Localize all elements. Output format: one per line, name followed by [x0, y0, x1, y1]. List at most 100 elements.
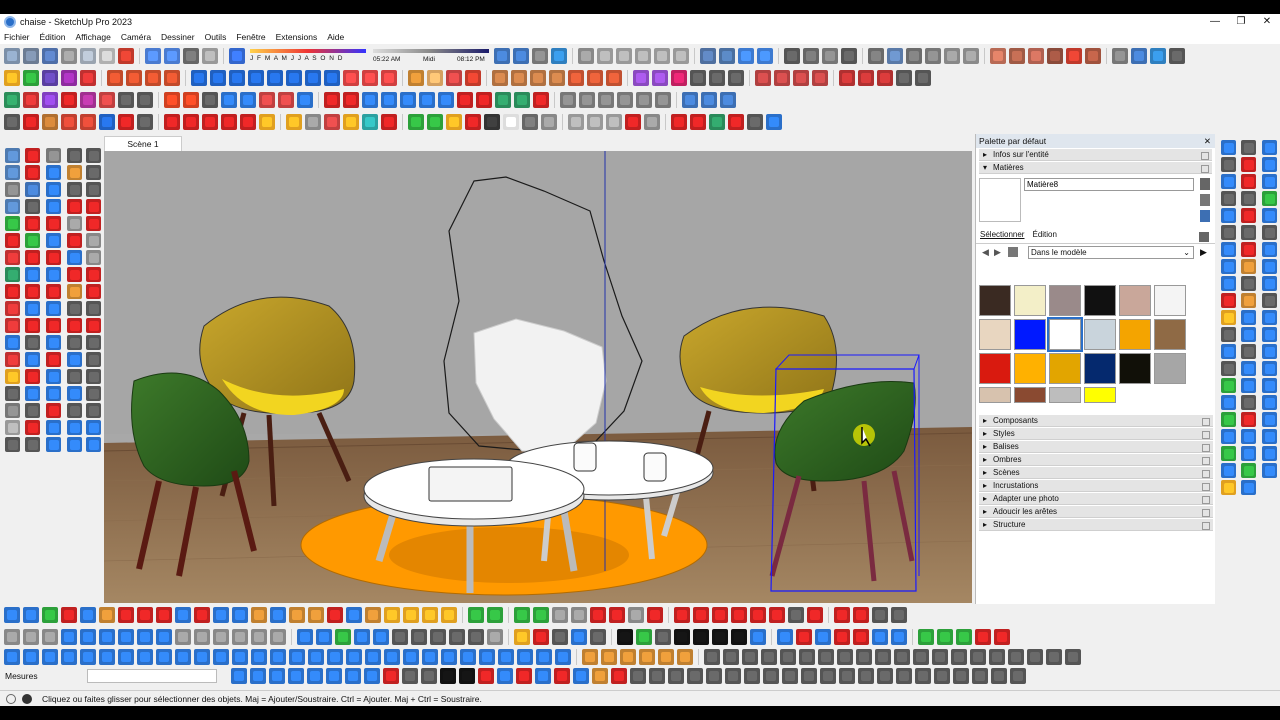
view-right-icon[interactable] — [635, 48, 651, 64]
arrow-filter-icon[interactable] — [1131, 48, 1147, 64]
gray-box-icon[interactable] — [522, 114, 538, 130]
right-tool-30-icon[interactable] — [1240, 276, 1256, 291]
menu-dessiner[interactable]: Dessiner — [161, 32, 195, 42]
view-top-icon[interactable] — [597, 48, 613, 64]
left-tool-80-icon[interactable] — [85, 267, 101, 282]
scale-tool-icon[interactable] — [896, 70, 912, 86]
cursor-box-icon[interactable] — [568, 114, 584, 130]
left-tool-41-icon[interactable] — [45, 216, 61, 231]
material-swatch[interactable] — [1049, 353, 1081, 384]
solid-union-icon[interactable] — [633, 70, 649, 86]
auto-fold-icon[interactable] — [23, 114, 39, 130]
black-box-icon[interactable] — [484, 114, 500, 130]
sphere-icon[interactable] — [305, 114, 321, 130]
tab-edit[interactable]: Édition — [1032, 230, 1056, 243]
right-tool-57-icon[interactable] — [1261, 378, 1277, 393]
tab-select[interactable]: Sélectionner — [980, 230, 1025, 243]
left-tool-39-icon[interactable] — [45, 182, 61, 197]
left-tool-82-icon[interactable] — [85, 301, 101, 316]
fillet-icon[interactable] — [476, 92, 492, 108]
right-tool-41-icon[interactable] — [1240, 463, 1256, 478]
right-tool-46-icon[interactable] — [1261, 191, 1277, 206]
explode-icon[interactable] — [774, 70, 790, 86]
bottom-tool-149-icon[interactable] — [1046, 649, 1062, 665]
right-tool-27-icon[interactable] — [1240, 225, 1256, 240]
right-tool-51-icon[interactable] — [1261, 276, 1277, 291]
left-tool-65-icon[interactable] — [66, 318, 82, 333]
bottom-tool-186-icon[interactable] — [896, 668, 912, 684]
bottom-tool-87-icon[interactable] — [834, 629, 850, 645]
left-tool-46-icon[interactable] — [45, 301, 61, 316]
bottom-tool-28-icon[interactable] — [533, 607, 549, 623]
bottom-tool-133-icon[interactable] — [742, 649, 758, 665]
bottom-tool-58-icon[interactable] — [213, 629, 229, 645]
create-material-icon[interactable] — [1200, 178, 1210, 190]
bottom-tool-180-icon[interactable] — [782, 668, 798, 684]
paint-icon[interactable] — [465, 70, 481, 86]
shell-icon[interactable] — [530, 70, 546, 86]
bottom-tool-47-icon[interactable] — [4, 629, 20, 645]
left-tool-50-icon[interactable] — [45, 369, 61, 384]
right-tool-11-icon[interactable] — [1220, 310, 1236, 325]
right-tool-53-icon[interactable] — [1261, 310, 1277, 325]
layout-icon[interactable] — [343, 114, 359, 130]
light-box-icon[interactable] — [541, 114, 557, 130]
bend-icon[interactable] — [343, 92, 359, 108]
right-tool-38-icon[interactable] — [1240, 412, 1256, 427]
bottom-tool-105-icon[interactable] — [194, 649, 210, 665]
extension-icon[interactable] — [822, 48, 838, 64]
section-tags[interactable]: Balises — [979, 440, 1213, 453]
paint-bucket-icon[interactable] — [42, 70, 58, 86]
scene-tab[interactable]: Scène 1 — [104, 136, 182, 151]
bottom-tool-55-icon[interactable] — [156, 629, 172, 645]
right-tool-15-icon[interactable] — [1220, 378, 1236, 393]
component-icon[interactable] — [841, 48, 857, 64]
bottom-tool-137-icon[interactable] — [818, 649, 834, 665]
left-tool-64-icon[interactable] — [66, 301, 82, 316]
left-tool-21-icon[interactable] — [24, 182, 40, 197]
bottom-tool-23-icon[interactable] — [422, 607, 438, 623]
red-pin-icon[interactable] — [690, 114, 706, 130]
bottom-tool-156-icon[interactable] — [326, 668, 342, 684]
bottom-tool-77-icon[interactable] — [590, 629, 606, 645]
wrench-icon[interactable] — [514, 92, 530, 108]
bottom-tool-175-icon[interactable] — [687, 668, 703, 684]
flip-edge-icon[interactable] — [1085, 48, 1101, 64]
bottom-tool-104-icon[interactable] — [175, 649, 191, 665]
right-tool-28-icon[interactable] — [1240, 242, 1256, 257]
left-tool-63-icon[interactable] — [66, 284, 82, 299]
material-swatch[interactable] — [1084, 387, 1116, 403]
right-tool-43-icon[interactable] — [1261, 140, 1277, 155]
position-camera-icon[interactable] — [963, 48, 979, 64]
bottom-tool-32-icon[interactable] — [609, 607, 625, 623]
bottom-tool-121-icon[interactable] — [498, 649, 514, 665]
measure-icon[interactable] — [99, 114, 115, 130]
bottom-tool-8-icon[interactable] — [137, 607, 153, 623]
right-tool-62-icon[interactable] — [1261, 463, 1277, 478]
bottom-tool-183-icon[interactable] — [839, 668, 855, 684]
material-swatch[interactable] — [1049, 387, 1081, 403]
section-scenes[interactable]: Scènes — [979, 466, 1213, 479]
helix-icon[interactable] — [495, 92, 511, 108]
tool-e-icon[interactable] — [240, 114, 256, 130]
default-material-icon[interactable] — [1200, 194, 1210, 206]
material-swatch[interactable] — [1154, 353, 1186, 384]
bottom-tool-173-icon[interactable] — [649, 668, 665, 684]
bottom-tool-144-icon[interactable] — [951, 649, 967, 665]
bottom-tool-49-icon[interactable] — [42, 629, 58, 645]
bottom-tool-147-icon[interactable] — [1008, 649, 1024, 665]
bottom-tool-11-icon[interactable] — [194, 607, 210, 623]
bottom-tool-151-icon[interactable] — [231, 668, 247, 684]
right-tool-47-icon[interactable] — [1261, 208, 1277, 223]
bottom-tool-76-icon[interactable] — [571, 629, 587, 645]
bottom-tool-128-icon[interactable] — [639, 649, 655, 665]
red-square-icon[interactable] — [671, 114, 687, 130]
bottom-tool-172-icon[interactable] — [630, 668, 646, 684]
left-tool-78-icon[interactable] — [85, 233, 101, 248]
shadow-time-slider[interactable]: 05:22 AM Midi 08:12 PM — [371, 47, 491, 65]
new-file-icon[interactable] — [4, 48, 20, 64]
bottom-tool-188-icon[interactable] — [934, 668, 950, 684]
bottom-tool-25-icon[interactable] — [468, 607, 484, 623]
green-face-icon[interactable] — [427, 114, 443, 130]
bottom-tool-108-icon[interactable] — [251, 649, 267, 665]
